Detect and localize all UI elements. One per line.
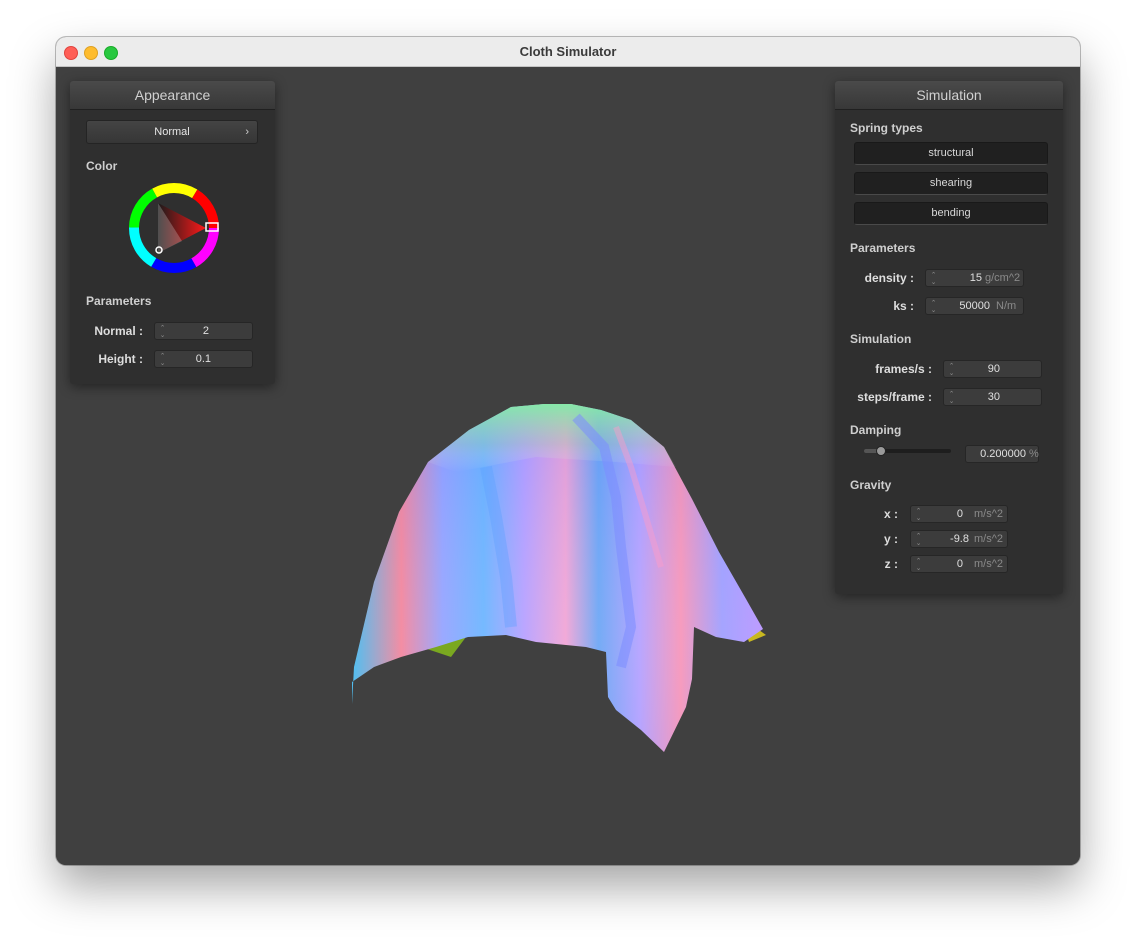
damping-slider[interactable] <box>864 446 951 456</box>
gravity-x-label: x : <box>883 507 898 521</box>
gravity-x-unit: m/s^2 <box>974 508 1003 520</box>
shader-dropdown[interactable]: Normal › <box>86 120 258 144</box>
stepper-icon[interactable]: ⌃ ⌄ <box>159 325 166 339</box>
stepper-icon[interactable]: ⌃ ⌄ <box>159 353 166 367</box>
stepper-icon[interactable]: ⌃ ⌄ <box>915 508 922 522</box>
fps-label: frames/s : <box>875 362 932 376</box>
simulation-parameters-label: Parameters <box>850 241 916 255</box>
window-title: Cloth Simulator <box>519 44 617 59</box>
gravity-y-input[interactable]: ⌃ ⌄ -9.8 m/s^2 <box>910 530 1008 548</box>
stepper-icon[interactable]: ⌃ ⌄ <box>930 300 937 314</box>
stepper-icon[interactable]: ⌃ ⌄ <box>915 558 922 572</box>
damping-value: 0.200000 <box>980 448 1026 460</box>
steps-value: 30 <box>987 391 1000 403</box>
damping-slider-handle[interactable] <box>876 446 887 456</box>
stepper-icon[interactable]: ⌃ ⌄ <box>948 363 955 377</box>
density-unit: g/cm^2 <box>985 272 1021 284</box>
normal-input[interactable]: ⌃ ⌄ 2 <box>154 322 253 340</box>
stepper-icon[interactable]: ⌃ ⌄ <box>948 391 955 405</box>
bending-toggle[interactable]: bending <box>854 202 1048 225</box>
gravity-x-input[interactable]: ⌃ ⌄ 0 m/s^2 <box>910 505 1008 523</box>
ks-label: ks : <box>893 299 914 313</box>
gravity-y-value: -9.8 <box>950 533 969 545</box>
ks-unit: N/m <box>996 300 1017 312</box>
ks-value: 50000 <box>959 300 990 312</box>
color-section-label: Color <box>86 159 118 173</box>
title-bar: Cloth Simulator <box>56 37 1080 67</box>
density-label: density : <box>864 271 914 285</box>
gravity-x-value: 0 <box>956 508 963 520</box>
height-input[interactable]: ⌃ ⌄ 0.1 <box>154 350 253 368</box>
height-label: Height : <box>98 352 143 366</box>
steps-input[interactable]: ⌃ ⌄ 30 <box>943 388 1042 406</box>
app-window: Cloth Simulator Appearance Normal › Colo… <box>56 37 1080 865</box>
structural-toggle[interactable]: structural <box>854 142 1048 165</box>
simulation-panel: Simulation Spring types structural shear… <box>835 81 1063 594</box>
ks-input[interactable]: ⌃ ⌄ 50000 N/m <box>925 297 1024 315</box>
gravity-z-value: 0 <box>956 558 963 570</box>
damping-input[interactable]: 0.200000 % <box>965 445 1039 463</box>
height-value: 0.1 <box>195 353 211 365</box>
appearance-parameters-label: Parameters <box>86 294 152 308</box>
gravity-z-input[interactable]: ⌃ ⌄ 0 m/s^2 <box>910 555 1008 573</box>
damping-label: Damping <box>850 423 902 437</box>
damping-unit: % <box>1029 448 1039 460</box>
density-input[interactable]: ⌃ ⌄ 15 g/cm^2 <box>925 269 1024 287</box>
gravity-label: Gravity <box>850 478 892 492</box>
stepper-icon[interactable]: ⌃ ⌄ <box>915 533 922 547</box>
shader-dropdown-label: Normal <box>154 126 190 138</box>
gravity-y-unit: m/s^2 <box>974 533 1003 545</box>
steps-label: steps/frame : <box>857 390 932 404</box>
simulation-panel-header[interactable]: Simulation <box>835 81 1063 110</box>
fps-input[interactable]: ⌃ ⌄ 90 <box>943 360 1042 378</box>
render-viewport[interactable]: Appearance Normal › Color Parameters Nor… <box>56 67 1080 865</box>
normal-label: Normal : <box>94 324 143 338</box>
shearing-toggle[interactable]: shearing <box>854 172 1048 195</box>
spring-types-label: Spring types <box>850 121 923 135</box>
color-wheel-picker[interactable] <box>124 183 224 283</box>
fps-value: 90 <box>987 363 1000 375</box>
gravity-z-unit: m/s^2 <box>974 558 1003 570</box>
density-value: 15 <box>969 272 982 284</box>
chevron-right-icon: › <box>245 126 249 138</box>
appearance-panel: Appearance Normal › Color Parameters Nor… <box>70 81 275 384</box>
simulation-section-label: Simulation <box>850 332 912 346</box>
gravity-z-label: z : <box>884 557 898 571</box>
stepper-icon[interactable]: ⌃ ⌄ <box>930 272 937 286</box>
appearance-panel-header[interactable]: Appearance <box>70 81 275 110</box>
normal-value: 2 <box>202 325 209 337</box>
gravity-y-label: y : <box>883 532 898 546</box>
